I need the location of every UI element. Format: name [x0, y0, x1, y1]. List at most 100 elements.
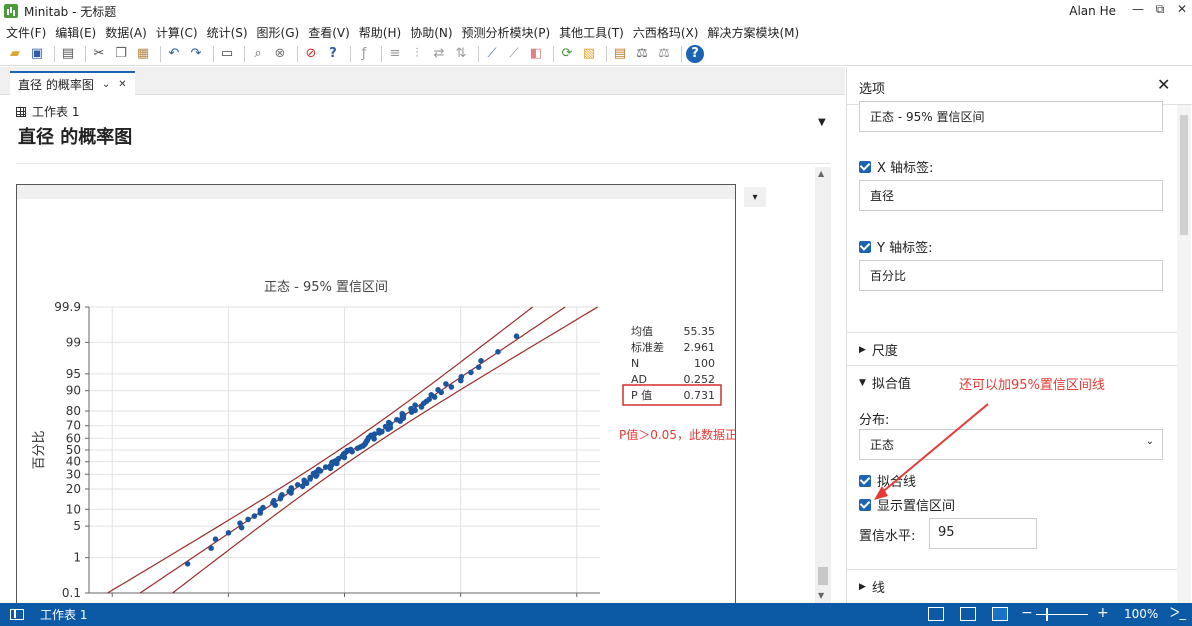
scale-section-header[interactable]: ▶ 尺度 [847, 332, 1177, 366]
confidence-level-input[interactable]: 95 [929, 518, 1037, 549]
scroll-down-icon[interactable]: ▼ [818, 591, 824, 600]
data-point [212, 536, 219, 542]
tab-close-icon[interactable]: ✕ [118, 79, 126, 90]
insert-rows-icon[interactable]: ≡ [386, 45, 404, 63]
output-view-icon[interactable] [992, 607, 1008, 621]
options-title: 选项 [859, 82, 886, 97]
data-point [279, 492, 285, 498]
close-window-button[interactable]: ✕ [1172, 2, 1192, 20]
menu-item-12[interactable]: 解决方案模块(M) [707, 24, 799, 41]
insert-cols-icon[interactable]: ⫶ [408, 45, 426, 63]
tab-menu-icon[interactable]: ⌄ [102, 79, 110, 90]
menu-item-4[interactable]: 统计(S) [207, 24, 248, 41]
paste-icon[interactable]: ▦ [134, 45, 152, 63]
cube-icon[interactable]: ▧ [580, 45, 598, 63]
split-view-icon[interactable] [928, 607, 944, 621]
y-tick-label: 70 [66, 419, 81, 433]
y-tick-label: 95 [66, 367, 81, 381]
find-icon[interactable]: ⌕ [249, 45, 267, 63]
menu-item-11[interactable]: 六西格玛(X) [633, 24, 699, 41]
menu-item-7[interactable]: 帮助(H) [359, 24, 401, 41]
restore-button[interactable]: ⧉ [1150, 2, 1170, 20]
y-tick-label: 90 [66, 384, 81, 398]
print-icon[interactable]: ▤ [59, 45, 77, 63]
toolbar-separator [85, 45, 86, 62]
redo-icon[interactable]: ↷ [187, 45, 205, 63]
scale2-icon[interactable]: ⚖ [655, 45, 673, 63]
scroll-thumb[interactable] [818, 567, 828, 585]
x-label-field[interactable]: 直径 [859, 180, 1163, 211]
refresh-icon[interactable]: ⟳ [558, 45, 576, 63]
data-point [245, 516, 251, 523]
menu-item-6[interactable]: 查看(V) [308, 24, 350, 41]
user-name[interactable]: Alan He [1069, 4, 1116, 18]
menu-item-2[interactable]: 数据(A) [105, 24, 147, 41]
eraser-icon[interactable]: ◧ [527, 45, 545, 63]
stats-label: AD [631, 373, 647, 386]
line-section-header[interactable]: ▶ 线 [847, 569, 1177, 603]
stats-label: P 值 [631, 389, 652, 402]
y-tick-label: 80 [66, 404, 81, 418]
menu-item-3[interactable]: 计算(C) [156, 24, 198, 41]
copy-icon[interactable]: ❐ [112, 45, 130, 63]
tab-probability-plot[interactable]: 直径 的概率图 ⌄ ✕ [10, 71, 135, 95]
scroll-up-icon[interactable]: ▲ [818, 169, 824, 178]
menu-item-0[interactable]: 文件(F) [6, 24, 46, 41]
minimize-button[interactable]: — [1128, 2, 1148, 20]
graph-edit-icon[interactable]: ⟋ [505, 45, 523, 63]
open-folder-icon[interactable]: ▰ [6, 45, 24, 63]
fit-line-checkbox[interactable]: 拟合线 [859, 471, 916, 490]
data-point [347, 446, 354, 453]
undo-icon[interactable]: ↶ [165, 45, 183, 63]
grid-view-icon[interactable] [960, 607, 976, 621]
status-worksheet[interactable]: 工作表 1 [40, 606, 87, 623]
move-icon[interactable]: ⇄ [430, 45, 448, 63]
window-icon[interactable]: ▭ [218, 45, 236, 63]
report-icon[interactable]: ▤ [611, 45, 629, 63]
function-icon[interactable]: ƒ [355, 45, 373, 63]
navigator-toggle-icon[interactable] [10, 609, 24, 620]
toolbar-separator [553, 45, 554, 62]
show-ci-checkbox[interactable]: 显示置信区间 [859, 495, 955, 514]
y-label-checkbox[interactable]: Y 轴标签: [859, 237, 932, 256]
document-scrollbar[interactable]: ▲ ▼ [815, 167, 831, 603]
zoom-slider[interactable] [1036, 614, 1088, 615]
data-point [468, 369, 474, 376]
data-point [315, 466, 322, 473]
help-circle-icon[interactable]: ? [686, 44, 704, 63]
options-scrollbar[interactable] [1177, 105, 1191, 603]
menu-item-1[interactable]: 编辑(E) [55, 24, 96, 41]
graph-title-field[interactable]: 正态 - 95% 置信区间 [859, 101, 1163, 132]
menu-item-5[interactable]: 图形(G) [257, 24, 300, 41]
graph-brush-icon[interactable]: ⟋ [483, 45, 501, 63]
y-tick-label: 30 [66, 467, 81, 481]
command-line-icon[interactable]: ᐳ_ [1170, 606, 1186, 621]
zoom-out-button[interactable]: − [1021, 605, 1033, 621]
output-menu-icon[interactable]: ▼ [818, 117, 826, 128]
x-label-checkbox[interactable]: X 轴标签: [859, 157, 933, 176]
y-label-checkbox-label: Y 轴标签: [877, 241, 933, 256]
options-scroll-thumb[interactable] [1180, 115, 1188, 235]
menu-item-9[interactable]: 预测分析模块(P) [462, 24, 551, 41]
zoom-in-button[interactable]: + [1097, 605, 1109, 621]
toolbar-separator [160, 45, 161, 62]
menu-item-8[interactable]: 协助(N) [410, 24, 452, 41]
cut-icon[interactable]: ✂ [90, 45, 108, 63]
y-label-field[interactable]: 百分比 [859, 260, 1163, 291]
toolbar-separator [681, 45, 682, 62]
worksheet-ref[interactable]: 工作表 1 [16, 103, 79, 120]
toolbar-separator [213, 45, 214, 62]
menu-item-10[interactable]: 其他工具(T) [559, 24, 624, 41]
split-icon[interactable]: ⇅ [452, 45, 470, 63]
help-icon[interactable]: ? [324, 45, 342, 63]
stop-icon[interactable]: ⊘ [302, 45, 320, 63]
distribution-select[interactable]: 正态 ⌄ [859, 429, 1163, 460]
line-section-label: 线 [871, 581, 885, 596]
save-icon[interactable]: ▣ [28, 45, 46, 63]
scale-icon[interactable]: ⚖ [633, 45, 651, 63]
options-close-icon[interactable]: ✕ [1157, 75, 1170, 94]
binoculars-icon[interactable]: ⊗ [271, 45, 289, 63]
data-point [458, 374, 465, 380]
graph-options-dropdown-icon[interactable]: ▾ [744, 187, 766, 207]
zoom-slider-thumb[interactable] [1046, 608, 1048, 621]
